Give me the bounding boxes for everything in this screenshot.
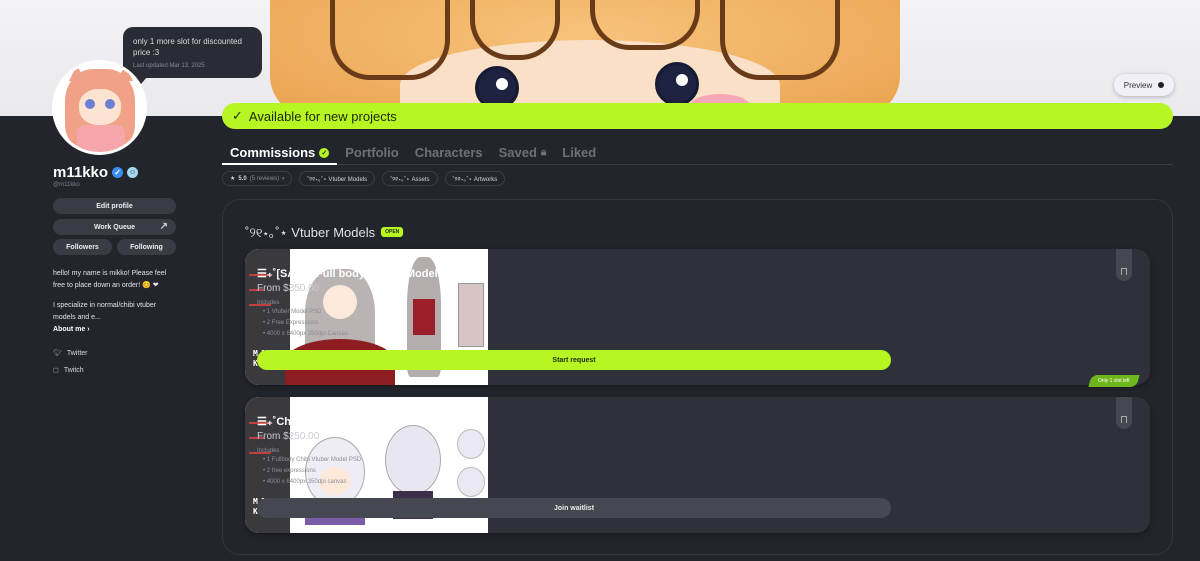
lock-icon: 🔒︎ bbox=[540, 147, 547, 158]
tab-saved-label: Saved bbox=[498, 145, 537, 160]
slots-left-text: Only 1 slot left bbox=[1098, 378, 1130, 384]
slots-left-badge: Only 1 slot left bbox=[1088, 375, 1140, 387]
includes-label: Includes bbox=[257, 448, 280, 454]
twitter-link[interactable]: 🐦︎ Twitter bbox=[53, 349, 88, 358]
chevron-right-icon: › bbox=[282, 175, 285, 182]
username-text: m11kko bbox=[53, 164, 109, 181]
availability-banner: ✓ Available for new projects bbox=[222, 103, 1173, 129]
list-item: 4000 x 6400px 350dpi Canvas bbox=[263, 329, 348, 340]
badge-icon: ☺ bbox=[127, 167, 139, 178]
tab-portfolio[interactable]: Portfolio bbox=[337, 143, 406, 165]
following-button[interactable]: Following bbox=[117, 239, 176, 255]
commission-title: ☰₊˚[SALE] Full body Vtuber Model ・₊✧ bbox=[257, 268, 467, 280]
commission-price: From $250.00 bbox=[257, 431, 320, 442]
open-badge: OPEN bbox=[381, 226, 404, 237]
bio-line-1: hello! my name is mikko! Please feel fre… bbox=[53, 270, 167, 289]
filter-chips: ★ 5.0 (5 reviews) › ˚୨୧⋆｡˚⋆ Vtuber Model… bbox=[222, 171, 506, 186]
followers-button[interactable]: Followers bbox=[53, 239, 112, 255]
tab-liked-label: Liked bbox=[562, 145, 597, 160]
includes-label: Includes bbox=[257, 300, 280, 306]
section-title: ˚୨୧⋆｡˚⋆ Vtuber Models OPEN bbox=[245, 222, 404, 241]
twitter-label: Twitter bbox=[66, 349, 88, 357]
about-me-link[interactable]: About me › bbox=[53, 326, 90, 333]
tab-commissions[interactable]: Commissions ✓ bbox=[222, 143, 338, 165]
list-item: 4000 x 6400px 350dpi canvas bbox=[263, 477, 361, 488]
chip-artworks[interactable]: ˚୨୧⋆｡˚⋆ Artworks bbox=[444, 171, 506, 186]
check-icon: ✓ bbox=[232, 108, 243, 123]
work-queue-button[interactable]: Work Queue ↗ bbox=[53, 219, 176, 235]
rating-value: 5.0 bbox=[238, 175, 247, 182]
chip-label: ˚୨୧⋆｡˚⋆ Vtuber Models bbox=[307, 176, 368, 183]
list-item: 1 Fullbody Chibi Vtuber Model PSD bbox=[263, 455, 361, 466]
preview-label: Preview bbox=[1123, 80, 1153, 90]
chip-vtuber-models[interactable]: ˚୨୧⋆｡˚⋆ Vtuber Models bbox=[299, 171, 376, 186]
external-arrow-icon: ↗ bbox=[159, 221, 168, 232]
work-queue-label: Work Queue bbox=[93, 223, 136, 231]
twitch-icon: ◻ bbox=[53, 367, 59, 374]
list-item: 1 Vtuber Model PSD bbox=[263, 307, 348, 318]
chip-assets[interactable]: ˚୨୧⋆｡˚⋆ Assets bbox=[382, 171, 438, 186]
status-updated: Last updated Mar 13, 2025 bbox=[133, 63, 205, 69]
username: m11kko ✓ ☺ bbox=[53, 164, 139, 181]
rating-chip[interactable]: ★ 5.0 (5 reviews) › bbox=[222, 171, 293, 186]
commission-title: ☰₊˚Chibi Vtuber Model ・₊✧ bbox=[257, 416, 406, 428]
tab-characters-label: Characters bbox=[414, 145, 483, 160]
bio: hello! my name is mikko! Please feel fre… bbox=[53, 268, 178, 324]
bookmark-icon bbox=[1121, 416, 1127, 423]
tab-commissions-label: Commissions bbox=[230, 145, 316, 160]
bookmark-button[interactable] bbox=[1116, 249, 1132, 281]
edit-profile-button[interactable]: Edit profile bbox=[53, 198, 176, 214]
banner-artwork bbox=[270, 0, 900, 116]
profile-tabs: Commissions ✓ Portfolio Characters Saved… bbox=[222, 143, 1173, 165]
tab-saved[interactable]: Saved 🔒︎ bbox=[491, 143, 555, 165]
bookmark-button[interactable] bbox=[1116, 397, 1132, 429]
user-handle: @m11kko bbox=[53, 182, 80, 188]
verified-icon: ✓ bbox=[112, 167, 124, 178]
followers-label: Followers bbox=[66, 243, 99, 251]
list-item: 2 free expressions bbox=[263, 466, 361, 477]
eye-icon bbox=[1158, 82, 1165, 88]
tab-characters[interactable]: Characters bbox=[407, 143, 491, 165]
twitch-link[interactable]: ◻ Twitch bbox=[53, 366, 84, 375]
availability-label: Available for new projects bbox=[248, 108, 397, 124]
join-waitlist-button[interactable]: Join waitlist bbox=[257, 498, 891, 518]
start-request-button[interactable]: Start request bbox=[257, 350, 891, 370]
includes-list: 1 Fullbody Chibi Vtuber Model PSD 2 free… bbox=[263, 455, 361, 488]
tab-portfolio-label: Portfolio bbox=[345, 145, 399, 160]
avatar[interactable] bbox=[52, 60, 147, 155]
join-waitlist-label: Join waitlist bbox=[553, 504, 595, 512]
preview-button[interactable]: Preview bbox=[1114, 74, 1174, 96]
chip-label: ˚୨୧⋆｡˚⋆ Assets bbox=[390, 176, 430, 183]
start-request-label: Start request bbox=[552, 356, 596, 364]
twitch-label: Twitch bbox=[63, 366, 84, 374]
section-title-text: ˚୨୧⋆｡˚⋆ Vtuber Models bbox=[245, 225, 376, 240]
commission-price: From $350.00 bbox=[257, 283, 320, 294]
twitter-icon: 🐦︎ bbox=[53, 350, 62, 357]
following-label: Following bbox=[130, 243, 163, 251]
check-icon: ✓ bbox=[319, 148, 330, 158]
list-item: 2 Free Expressions bbox=[263, 318, 348, 329]
includes-list: 1 Vtuber Model PSD 2 Free Expressions 40… bbox=[263, 307, 348, 340]
bookmark-icon bbox=[1121, 268, 1127, 275]
bio-line-2: I specialize in normal/chibi vtuber mode… bbox=[53, 302, 157, 321]
chip-label: ˚୨୧⋆｡˚⋆ Artworks bbox=[452, 176, 498, 183]
status-text: only 1 more slot for discounted price :3 bbox=[133, 37, 242, 57]
star-icon: ★ bbox=[230, 176, 236, 182]
tab-liked[interactable]: Liked bbox=[554, 143, 604, 165]
review-count: (5 reviews) bbox=[249, 175, 280, 182]
status-bubble: only 1 more slot for discounted price :3… bbox=[123, 27, 262, 84]
edit-profile-label: Edit profile bbox=[96, 202, 133, 210]
